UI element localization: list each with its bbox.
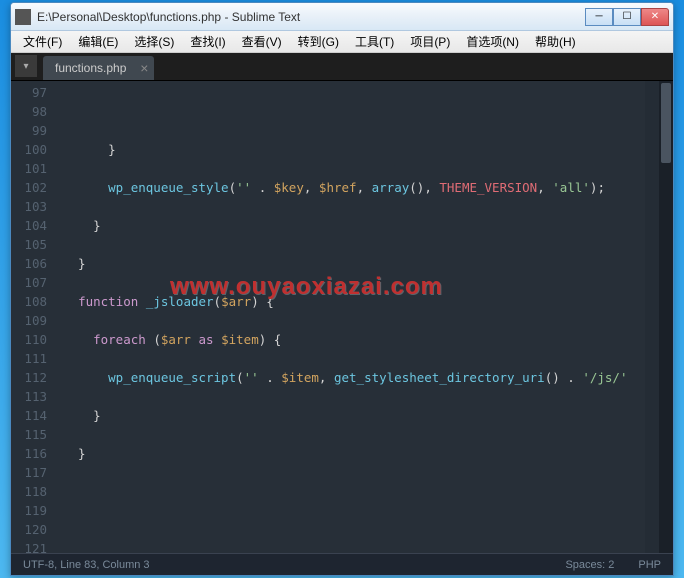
menu-tools[interactable]: 工具(T)	[347, 31, 402, 52]
tab-label: functions.php	[55, 61, 126, 75]
close-button[interactable]: ✕	[641, 8, 669, 26]
tab-close-icon[interactable]: ×	[140, 60, 148, 76]
titlebar[interactable]: E:\Personal\Desktop\functions.php - Subl…	[11, 3, 673, 31]
app-window: E:\Personal\Desktop\functions.php - Subl…	[10, 2, 674, 576]
vertical-scrollbar[interactable]	[659, 81, 673, 553]
maximize-button[interactable]: ☐	[613, 8, 641, 26]
menu-file[interactable]: 文件(F)	[15, 31, 70, 52]
tabbar: ▾ functions.php ×	[11, 53, 673, 81]
window-title: E:\Personal\Desktop\functions.php - Subl…	[37, 10, 585, 24]
app-icon	[15, 9, 31, 25]
status-encoding[interactable]: UTF-8, Line 83, Column 3	[23, 559, 150, 571]
menubar: 文件(F) 编辑(E) 选择(S) 查找(I) 查看(V) 转到(G) 工具(T…	[11, 31, 673, 53]
status-lang[interactable]: PHP	[638, 559, 661, 571]
code-area[interactable]: } wp_enqueue_style('' . $key, $href, arr…	[55, 81, 673, 553]
window-controls: ─ ☐ ✕	[585, 8, 669, 26]
menu-find[interactable]: 查找(I)	[182, 31, 233, 52]
menu-edit[interactable]: 编辑(E)	[70, 31, 126, 52]
line-gutter: 9798991001011021031041051061071081091101…	[11, 81, 55, 553]
menu-view[interactable]: 查看(V)	[234, 31, 290, 52]
tab-dropdown-icon[interactable]: ▾	[15, 55, 37, 77]
menu-goto[interactable]: 转到(G)	[290, 31, 347, 52]
editor[interactable]: 9798991001011021031041051061071081091101…	[11, 81, 673, 553]
minimize-button[interactable]: ─	[585, 8, 613, 26]
menu-prefs[interactable]: 首选项(N)	[458, 31, 527, 52]
menu-help[interactable]: 帮助(H)	[527, 31, 584, 52]
minimap[interactable]	[645, 81, 659, 553]
statusbar: UTF-8, Line 83, Column 3 Spaces: 2 PHP	[11, 553, 673, 575]
status-spaces[interactable]: Spaces: 2	[565, 559, 614, 571]
menu-project[interactable]: 项目(P)	[402, 31, 458, 52]
tab-active[interactable]: functions.php ×	[43, 56, 154, 80]
menu-select[interactable]: 选择(S)	[126, 31, 182, 52]
scrollbar-thumb[interactable]	[661, 83, 671, 163]
